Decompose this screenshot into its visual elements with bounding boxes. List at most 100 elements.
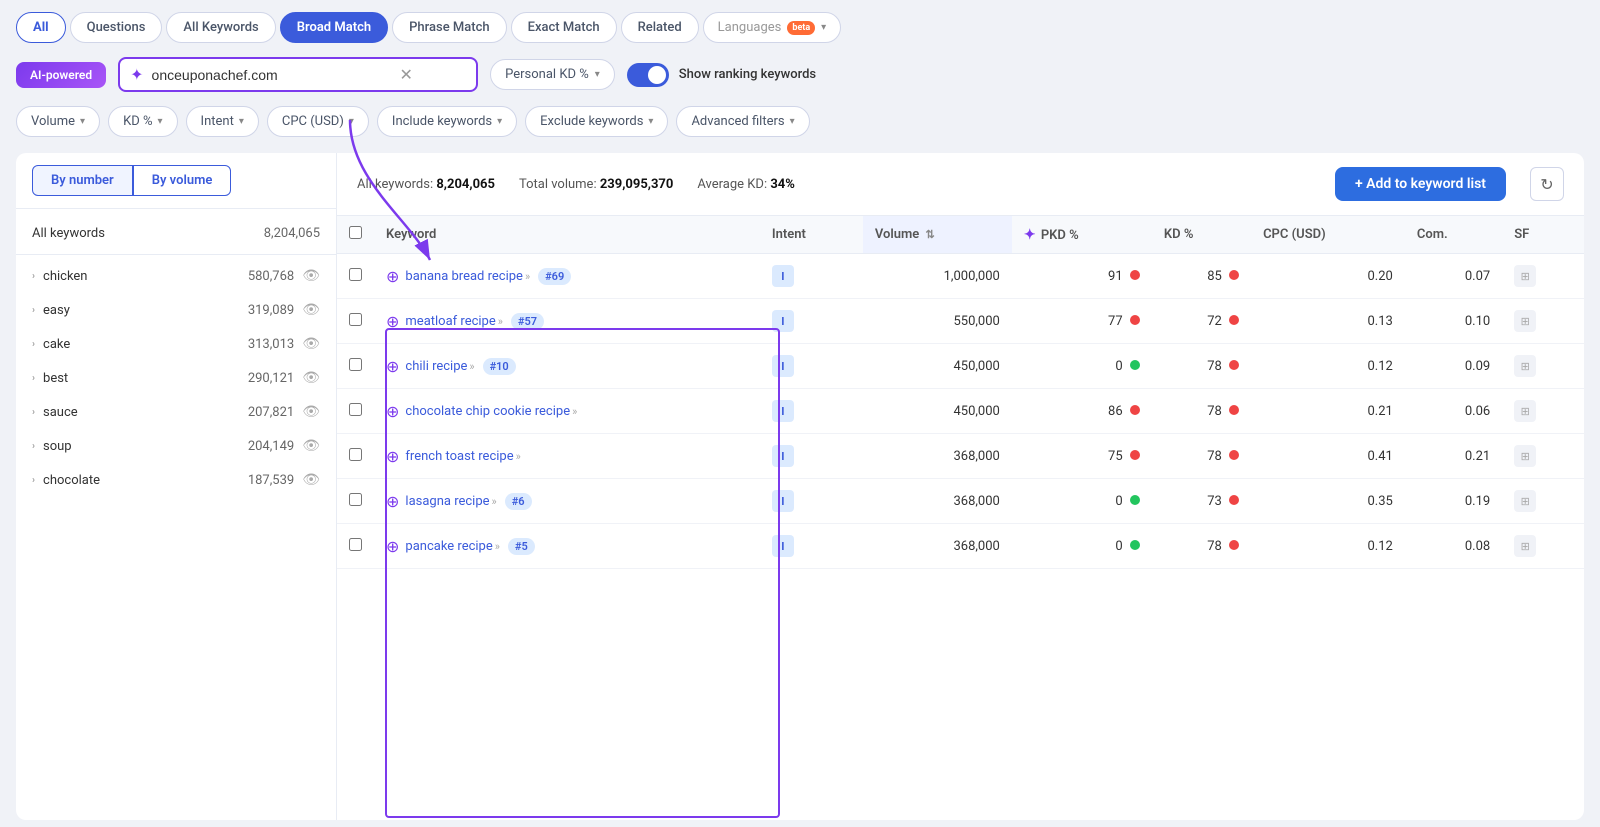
eye-icon[interactable]: 👁 (302, 268, 320, 284)
serp-icon[interactable]: ⊞ (1514, 400, 1536, 422)
main-content: By number By volume All keywords 8,204,0… (16, 153, 1584, 820)
sidebar-item-count: 204,149 (248, 439, 294, 454)
select-all-checkbox[interactable] (349, 226, 362, 239)
com-cell: 0.19 (1405, 479, 1502, 524)
sf-column-header: SF (1502, 216, 1584, 254)
sf-cell: ⊞ (1502, 299, 1584, 344)
volume-cell: 550,000 (863, 299, 1012, 344)
keyword-link[interactable]: pancake recipe (405, 539, 492, 554)
serp-icon[interactable]: ⊞ (1514, 265, 1536, 287)
row-checkbox-cell[interactable] (337, 389, 374, 434)
add-keyword-icon[interactable]: ⊕ (386, 267, 399, 286)
keyword-link[interactable]: banana bread recipe (405, 269, 523, 284)
add-keyword-icon[interactable]: ⊕ (386, 537, 399, 556)
tab-broad-match[interactable]: Broad Match (280, 12, 388, 43)
row-checkbox[interactable] (349, 268, 362, 281)
sidebar-item-soup[interactable]: › soup 204,149 👁 (16, 429, 336, 463)
include-keywords-filter[interactable]: Include keywords ▾ (377, 106, 517, 137)
row-checkbox[interactable] (349, 538, 362, 551)
row-checkbox[interactable] (349, 493, 362, 506)
intent-cell: I (760, 254, 863, 299)
sidebar-item-chicken[interactable]: › chicken 580,768 👁 (16, 259, 336, 293)
by-number-btn[interactable]: By number (32, 165, 133, 196)
serp-icon[interactable]: ⊞ (1514, 355, 1536, 377)
keyword-arrows-icon: » (525, 270, 530, 283)
sidebar-item-easy[interactable]: › easy 319,089 👁 (16, 293, 336, 327)
sidebar-item-cake[interactable]: › cake 313,013 👁 (16, 327, 336, 361)
sidebar-item-best[interactable]: › best 290,121 👁 (16, 361, 336, 395)
keyword-link[interactable]: meatloaf recipe (405, 314, 495, 329)
clear-icon[interactable]: ✕ (400, 65, 413, 84)
eye-icon[interactable]: 👁 (302, 472, 320, 488)
tab-questions[interactable]: Questions (70, 12, 163, 43)
serp-icon[interactable]: ⊞ (1514, 490, 1536, 512)
row-checkbox-cell[interactable] (337, 524, 374, 569)
row-checkbox-cell[interactable] (337, 254, 374, 299)
cpc-chevron-icon: ▾ (349, 116, 354, 127)
table-row: ⊕ chili recipe » #10 I 450,000 0 78 0.12… (337, 344, 1584, 389)
add-keyword-icon[interactable]: ⊕ (386, 312, 399, 331)
keyword-arrows-icon: » (495, 540, 500, 553)
eye-icon[interactable]: 👁 (302, 302, 320, 318)
domain-input[interactable] (152, 67, 392, 83)
by-volume-btn[interactable]: By volume (133, 165, 232, 196)
chevron-right-icon: › (32, 339, 35, 350)
sidebar-all-label: All keywords (32, 226, 256, 241)
tab-exact-match[interactable]: Exact Match (511, 12, 617, 43)
advanced-filters[interactable]: Advanced filters ▾ (676, 106, 809, 137)
tab-languages[interactable]: Languages beta ▾ (703, 12, 842, 43)
eye-icon[interactable]: 👁 (302, 336, 320, 352)
add-keyword-icon[interactable]: ⊕ (386, 447, 399, 466)
pkd-dot (1130, 450, 1140, 460)
sidebar-item-count: 319,089 (248, 303, 294, 318)
eye-icon[interactable]: 👁 (302, 404, 320, 420)
exclude-keywords-filter[interactable]: Exclude keywords ▾ (525, 106, 668, 137)
eye-icon[interactable]: 👁 (302, 370, 320, 386)
tab-related[interactable]: Related (621, 12, 699, 43)
volume-filter[interactable]: Volume ▾ (16, 106, 100, 137)
keyword-arrows-icon: » (572, 405, 577, 418)
cpc-filter[interactable]: CPC (USD) ▾ (267, 106, 369, 137)
add-keyword-icon[interactable]: ⊕ (386, 402, 399, 421)
row-checkbox[interactable] (349, 313, 362, 326)
sidebar-all-keywords[interactable]: All keywords 8,204,065 (16, 217, 336, 250)
keyword-cell: ⊕ pancake recipe » #5 (374, 524, 760, 569)
keyword-link[interactable]: chocolate chip cookie recipe (405, 404, 570, 419)
refresh-button[interactable]: ↻ (1530, 167, 1564, 201)
row-checkbox-cell[interactable] (337, 299, 374, 344)
row-checkbox[interactable] (349, 448, 362, 461)
keyword-link[interactable]: french toast recipe (405, 449, 513, 464)
pkd-dot (1130, 360, 1140, 370)
add-keyword-icon[interactable]: ⊕ (386, 492, 399, 511)
intent-filter[interactable]: Intent ▾ (186, 106, 259, 137)
tab-phrase-match[interactable]: Phrase Match (392, 12, 507, 43)
com-cell: 0.08 (1405, 524, 1502, 569)
row-checkbox-cell[interactable] (337, 434, 374, 479)
kd-dot (1229, 315, 1239, 325)
intent-cell: I (760, 434, 863, 479)
show-ranking-toggle[interactable] (627, 63, 669, 87)
row-checkbox-cell[interactable] (337, 479, 374, 524)
keyword-link[interactable]: lasagna recipe (405, 494, 489, 509)
add-keyword-icon[interactable]: ⊕ (386, 357, 399, 376)
serp-icon[interactable]: ⊞ (1514, 535, 1536, 557)
tab-all[interactable]: All (16, 12, 66, 43)
serp-icon[interactable]: ⊞ (1514, 445, 1536, 467)
tab-all-keywords[interactable]: All Keywords (166, 12, 275, 43)
search-input-wrap[interactable]: ✦ ✕ (118, 57, 478, 92)
checkbox-header[interactable] (337, 216, 374, 254)
add-to-keyword-list-button[interactable]: + Add to keyword list (1335, 167, 1506, 201)
sidebar-item-chocolate[interactable]: › chocolate 187,539 👁 (16, 463, 336, 497)
table-row: ⊕ chocolate chip cookie recipe » I 450,0… (337, 389, 1584, 434)
eye-icon[interactable]: 👁 (302, 438, 320, 454)
kd-filter[interactable]: KD % ▾ (108, 106, 177, 137)
sidebar-item-sauce[interactable]: › sauce 207,821 👁 (16, 395, 336, 429)
keyword-link[interactable]: chili recipe (405, 359, 467, 374)
serp-icon[interactable]: ⊞ (1514, 310, 1536, 332)
row-checkbox[interactable] (349, 403, 362, 416)
sidebar-item-label: chicken (43, 269, 240, 284)
row-checkbox-cell[interactable] (337, 344, 374, 389)
row-checkbox[interactable] (349, 358, 362, 371)
volume-column-header[interactable]: Volume ⇅ (863, 216, 1012, 254)
personal-kd-dropdown[interactable]: Personal KD % ▾ (490, 59, 615, 90)
